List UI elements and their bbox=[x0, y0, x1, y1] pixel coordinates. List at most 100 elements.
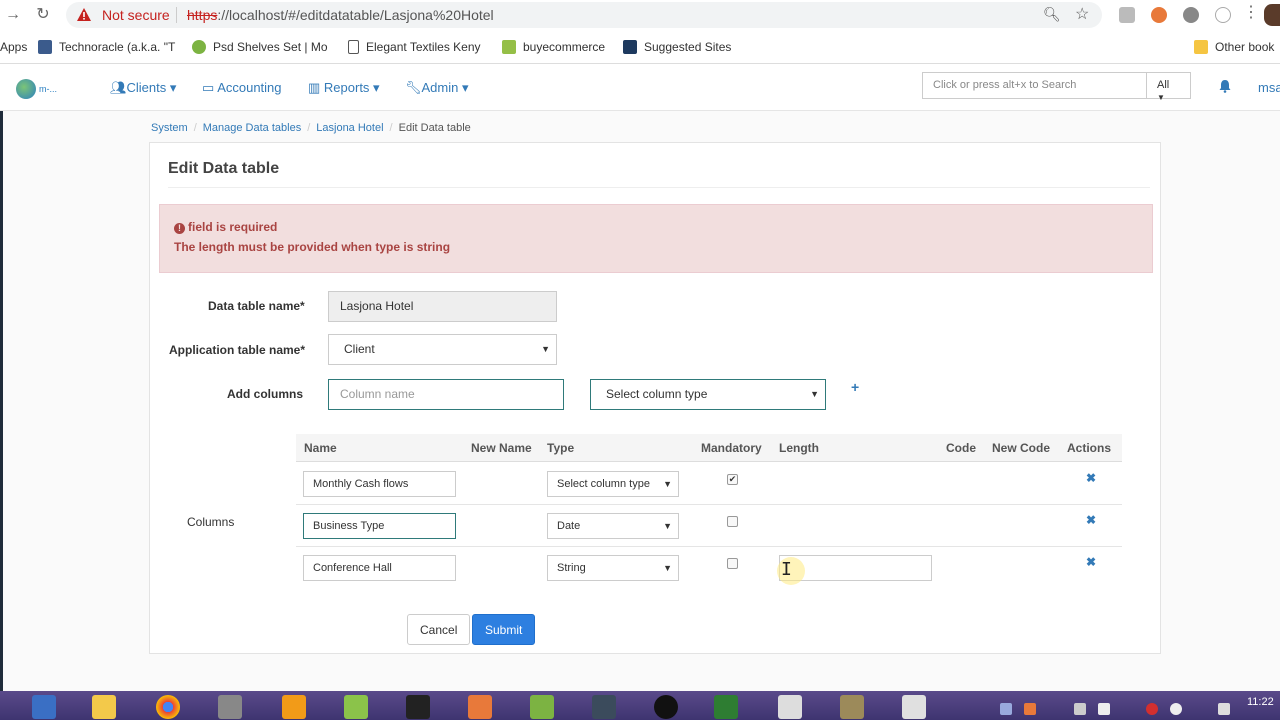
row2-mandatory-checkbox[interactable] bbox=[727, 516, 738, 527]
breadcrumb-separator: / bbox=[389, 122, 393, 134]
menu-dots-icon[interactable]: ⋮ bbox=[1242, 4, 1260, 22]
app-logo[interactable]: m-... bbox=[16, 79, 57, 99]
cursor-app-icon[interactable] bbox=[654, 695, 678, 719]
row3-name-input[interactable]: Conference Hall bbox=[303, 555, 456, 581]
menu-reports[interactable]: ▥ Reports ▾ bbox=[308, 80, 380, 96]
header-length: Length bbox=[779, 441, 819, 455]
extension-gear-icon[interactable] bbox=[1183, 7, 1199, 23]
notes-icon[interactable] bbox=[344, 695, 368, 719]
app-green-icon[interactable] bbox=[714, 695, 738, 719]
media-player-icon[interactable] bbox=[32, 695, 56, 719]
android-studio-icon[interactable] bbox=[530, 695, 554, 719]
submit-button[interactable]: Submit bbox=[472, 614, 536, 645]
bookmark-star-icon[interactable]: ☆ bbox=[1075, 4, 1089, 24]
tray-notification-icon[interactable] bbox=[1218, 703, 1230, 715]
zoom-icon[interactable]: 🔍︎ bbox=[1043, 6, 1061, 23]
bookmark-psd-shelves[interactable]: Psd Shelves Set | Mo bbox=[192, 40, 328, 54]
bell-icon[interactable] bbox=[1218, 79, 1232, 93]
header-code: Code bbox=[946, 441, 976, 455]
tray-opera-icon[interactable] bbox=[1146, 703, 1158, 715]
remote-desktop-icon[interactable] bbox=[592, 695, 616, 719]
file-explorer-icon[interactable] bbox=[92, 695, 116, 719]
column-type-select[interactable]: Select column type ▼ bbox=[590, 379, 826, 410]
row3-mandatory-checkbox[interactable] bbox=[727, 558, 738, 569]
sublime-text-icon[interactable] bbox=[282, 695, 306, 719]
chevron-down-icon: ▼ bbox=[663, 479, 672, 489]
error-message-length: The length must be provided when type is… bbox=[174, 240, 451, 254]
header-type: Type bbox=[547, 441, 575, 455]
bookmark-apps[interactable]: Apps bbox=[0, 40, 27, 54]
datatable-name-field: Lasjona Hotel bbox=[328, 291, 557, 322]
calendar-icon[interactable] bbox=[778, 695, 802, 719]
chevron-down-icon: ▼ bbox=[810, 389, 819, 399]
row1-delete-icon[interactable]: ✖ bbox=[1086, 471, 1096, 485]
row2-type-value: Date bbox=[557, 520, 581, 532]
java-icon[interactable] bbox=[902, 695, 926, 719]
row-divider bbox=[296, 504, 1122, 505]
illustrator-icon[interactable] bbox=[468, 695, 492, 719]
breadcrumb-system[interactable]: System bbox=[151, 122, 188, 134]
bookmark-buyecommerce[interactable]: buyecommerce bbox=[502, 40, 605, 54]
page-icon bbox=[348, 40, 359, 54]
tray-app-icon[interactable] bbox=[1024, 703, 1036, 715]
omnibox-divider bbox=[176, 7, 177, 23]
app-table-select[interactable]: Client ▼ bbox=[328, 334, 557, 365]
menu-clients[interactable]: 👥︎Clients ▾ bbox=[110, 80, 176, 96]
add-columns-label: Add columns bbox=[227, 387, 304, 401]
url-text[interactable]: https://localhost/#/editdatatable/Lasjon… bbox=[187, 7, 494, 23]
terminal-icon[interactable] bbox=[406, 695, 430, 719]
row2-delete-icon[interactable]: ✖ bbox=[1086, 513, 1096, 527]
chevron-down-icon: ▼ bbox=[541, 344, 550, 354]
row2-name-input[interactable]: Business Type bbox=[303, 513, 456, 539]
row1-mandatory-checkbox[interactable]: ✔ bbox=[727, 474, 738, 485]
chrome-icon[interactable] bbox=[156, 695, 180, 719]
snipping-tool-icon[interactable] bbox=[218, 695, 242, 719]
menu-accounting[interactable]: ▭ Accounting bbox=[202, 80, 282, 96]
bookmark-technoracle[interactable]: Technoracle (a.k.a. "T bbox=[38, 40, 175, 54]
search-scope-select[interactable]: All ▼ bbox=[1146, 72, 1191, 102]
reload-icon[interactable]: ↻ bbox=[34, 6, 52, 24]
exclamation-icon: ! bbox=[174, 223, 185, 234]
header-name: Name bbox=[304, 441, 337, 455]
tray-network-icon[interactable] bbox=[1074, 703, 1086, 715]
row3-delete-icon[interactable]: ✖ bbox=[1086, 555, 1096, 569]
extension-circle-icon[interactable] bbox=[1215, 7, 1231, 23]
address-bar[interactable]: Not secure https://localhost/#/editdatat… bbox=[66, 2, 1102, 28]
profile-avatar[interactable] bbox=[1264, 4, 1280, 26]
cancel-button[interactable]: Cancel bbox=[407, 614, 471, 645]
taskbar-clock[interactable]: 11:22 bbox=[1247, 696, 1274, 708]
bookmark-label: Other book bbox=[1215, 40, 1275, 54]
app-navbar: m-... 👥︎Clients ▾ ▭ Accounting ▥ Reports… bbox=[0, 64, 1280, 111]
add-column-plus-icon[interactable]: + bbox=[851, 379, 859, 395]
columns-label: Columns bbox=[187, 515, 235, 529]
tray-settings-icon[interactable] bbox=[1170, 703, 1182, 715]
bookmark-other[interactable]: Other book bbox=[1194, 40, 1274, 54]
row1-name-input[interactable]: Monthly Cash flows bbox=[303, 471, 456, 497]
row1-type-select[interactable]: Select column type ▼ bbox=[547, 471, 679, 497]
menu-accounting-label: Accounting bbox=[217, 80, 282, 95]
text-cursor-icon: I bbox=[781, 559, 792, 580]
menu-admin[interactable]: 🔧︎Admin ▾ bbox=[405, 80, 469, 96]
title-divider bbox=[168, 187, 1150, 188]
column-name-input[interactable]: Column name bbox=[328, 379, 564, 410]
extension-orange-icon[interactable] bbox=[1151, 7, 1167, 23]
tray-monitor-icon[interactable] bbox=[1000, 703, 1012, 715]
search-scope-label: All bbox=[1157, 79, 1170, 91]
pdf-extension-icon[interactable] bbox=[1119, 7, 1135, 23]
global-search-input[interactable]: Click or press alt+x to Search bbox=[922, 72, 1147, 99]
app-table-value: Client bbox=[344, 342, 375, 356]
tools-icon[interactable] bbox=[840, 695, 864, 719]
bookmark-label: buyecommerce bbox=[523, 40, 606, 54]
row2-type-select[interactable]: Date ▼ bbox=[547, 513, 679, 539]
warning-icon bbox=[77, 8, 91, 21]
breadcrumb-manage-data-tables[interactable]: Manage Data tables bbox=[203, 122, 301, 134]
bookmark-suggested-sites[interactable]: Suggested Sites bbox=[623, 40, 731, 54]
row3-type-select[interactable]: String ▼ bbox=[547, 555, 679, 581]
url-scheme: https bbox=[187, 7, 218, 23]
bookmark-elegant-textiles[interactable]: Elegant Textiles Keny bbox=[348, 40, 481, 54]
user-menu[interactable]: msa bbox=[1258, 80, 1280, 95]
breadcrumb-lasjona-hotel[interactable]: Lasjona Hotel bbox=[316, 122, 383, 134]
tray-volume-icon[interactable] bbox=[1098, 703, 1110, 715]
chevron-down-icon: ▼ bbox=[1157, 93, 1165, 102]
forward-arrow-icon[interactable]: → bbox=[4, 6, 22, 24]
